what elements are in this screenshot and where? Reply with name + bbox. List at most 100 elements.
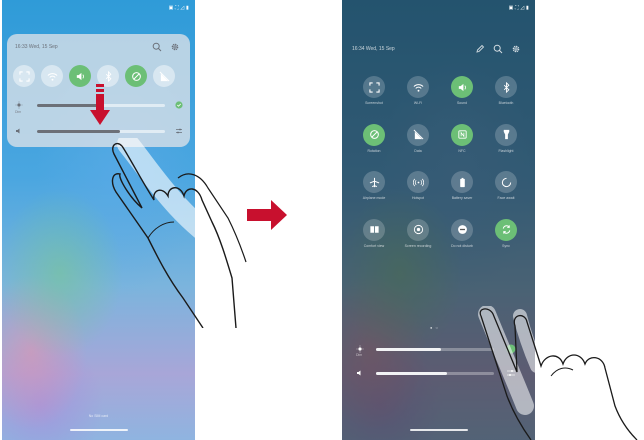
quick-tile-button[interactable]: [451, 123, 473, 146]
quick-tile-nfc[interactable]: NFC: [440, 123, 484, 154]
wifi-icon: [47, 72, 57, 81]
quick-tile-label: Hotspot: [411, 196, 425, 200]
record-icon: [413, 224, 423, 235]
sound-icon: [76, 72, 84, 80]
quick-tile-button[interactable]: [495, 76, 517, 98]
quick-tile-sync[interactable]: Sync: [484, 218, 528, 249]
quick-tile-sound[interactable]: Sound: [440, 76, 484, 106]
tutorial-stage: ▣ ⛶ ◿ ▮ 16:33 Wed, 15 Sep Dim No SIM car…: [0, 0, 644, 440]
quick-tile-rotation[interactable]: Rotation: [352, 123, 396, 154]
quick-tile-button[interactable]: [407, 123, 429, 146]
quick-tile-label: Do not disturb: [451, 243, 473, 248]
bluetooth-icon: [105, 70, 111, 82]
quick-tile-button[interactable]: [363, 123, 385, 146]
screenshot-icon: [18, 70, 30, 82]
battery-icon: [459, 177, 465, 187]
wifi-icon: [413, 83, 423, 92]
quick-tile-button[interactable]: [451, 76, 473, 98]
quick-tile-hotspot[interactable]: Hotspot: [396, 171, 440, 201]
quick-tile-screenshot[interactable]: Screenshot: [352, 76, 396, 106]
rotation-icon: [131, 71, 141, 81]
quick-tile-flashlight[interactable]: Flashlight: [484, 123, 528, 154]
sliders-icon[interactable]: [175, 127, 183, 135]
volume-icon: [16, 128, 20, 134]
gear-icon[interactable]: [511, 44, 521, 54]
status-bar: ▣ ⛶ ◿ ▮: [168, 5, 189, 11]
volume-fill: [376, 372, 447, 375]
gear-icon[interactable]: [170, 42, 180, 52]
search-icon[interactable]: [493, 44, 503, 54]
quick-tile-button[interactable]: [407, 218, 429, 241]
quick-tile-label: Battery saver: [451, 196, 473, 200]
book-icon: [369, 226, 379, 233]
toggle-screenshot[interactable]: [13, 65, 35, 87]
datetime: 16:34 Wed, 15 Sep: [352, 46, 395, 52]
home-indicator[interactable]: [69, 429, 128, 431]
volume-fill: [37, 130, 121, 133]
screenshot-icon: [368, 81, 380, 93]
quick-panel[interactable]: 16:33 Wed, 15 Sep Dim: [7, 34, 190, 147]
data-icon: [159, 71, 169, 81]
edit-icon[interactable]: [475, 44, 485, 54]
flashlight-icon: [503, 129, 509, 140]
quick-tile-label: Face await: [497, 196, 515, 200]
toggle-sound[interactable]: [69, 65, 91, 87]
quick-tile-button[interactable]: [363, 76, 385, 98]
quick-tile-button[interactable]: [407, 171, 429, 193]
quick-tile-button[interactable]: [495, 218, 517, 241]
quick-tile-dnd[interactable]: Do not disturb: [440, 218, 484, 249]
brightness-icon: [15, 101, 23, 109]
quick-tile-label: Comfort view: [363, 243, 385, 248]
home-indicator[interactable]: [409, 429, 468, 431]
toggle-wifi[interactable]: [41, 65, 63, 87]
datetime: 16:33 Wed, 15 Sep: [15, 44, 58, 50]
rotation-icon: [369, 130, 379, 139]
volume-slider[interactable]: [356, 368, 516, 378]
search-icon[interactable]: [152, 42, 162, 52]
quick-tile-bluetooth[interactable]: Bluetooth: [484, 76, 528, 106]
toggle-rotation[interactable]: [125, 65, 147, 87]
adaptive-brightness-icon[interactable]: [175, 101, 183, 109]
quick-tile-label: Screen recording: [404, 243, 432, 248]
quick-settings-grid: Screenshot Wi-Fi Sound Bluetooth Rotation Dat…: [352, 76, 527, 248]
quick-tile-label: Flashlight: [498, 148, 514, 153]
quick-tile-record[interactable]: Screen recording: [396, 218, 440, 249]
quick-tile-button[interactable]: [451, 218, 473, 241]
quick-tile-wifi[interactable]: Wi-Fi: [396, 76, 440, 106]
expanded-quick-panel: 16:34 Wed, 15 Sep Screenshot Wi-Fi Sound Bl…: [342, 0, 535, 440]
brightness-dim-label: Dim: [356, 353, 363, 357]
quick-tile-label: Airplane mode: [362, 196, 386, 200]
sliders-icon[interactable]: [506, 368, 516, 378]
quick-tile-button[interactable]: [495, 171, 517, 193]
quick-tile-button[interactable]: [495, 123, 517, 146]
brightness-slider[interactable]: Dim: [356, 344, 516, 357]
hotspot-icon: [412, 178, 424, 186]
left-phone-screen: ▣ ⛶ ◿ ▮ 16:33 Wed, 15 Sep Dim No SIM car…: [2, 0, 195, 440]
quick-tile-label: Wi-Fi: [413, 101, 423, 105]
toggle-data[interactable]: [153, 65, 175, 87]
quick-tile-label: Sound: [456, 101, 468, 105]
quick-tile-data[interactable]: Data: [396, 123, 440, 154]
quick-tile-book[interactable]: Comfort view: [352, 218, 396, 249]
drag-down-arrow-icon: [90, 84, 110, 125]
quick-tile-label: Screenshot: [365, 101, 383, 105]
no-sim-hint: No SIM card: [88, 414, 109, 418]
sync-icon: [502, 225, 510, 234]
volume-slider[interactable]: [15, 126, 183, 136]
quick-tile-button[interactable]: [363, 171, 385, 193]
quick-tile-airplane[interactable]: Airplane mode: [352, 171, 396, 201]
quick-tile-button[interactable]: [363, 218, 385, 241]
brightness-fill: [376, 348, 441, 351]
quick-tile-label: NFC: [458, 148, 466, 153]
dnd-icon: [457, 225, 467, 234]
face-icon: [501, 177, 511, 187]
quick-tile-face[interactable]: Face await: [484, 171, 528, 201]
nfc-icon: [457, 130, 467, 139]
bluetooth-icon: [503, 81, 509, 93]
adaptive-brightness-icon[interactable]: [506, 344, 516, 354]
data-icon: [413, 129, 423, 140]
quick-tile-button[interactable]: [451, 171, 473, 193]
quick-tile-battery[interactable]: Battery saver: [440, 171, 484, 201]
airplane-icon: [369, 177, 379, 187]
quick-tile-button[interactable]: [407, 76, 429, 98]
